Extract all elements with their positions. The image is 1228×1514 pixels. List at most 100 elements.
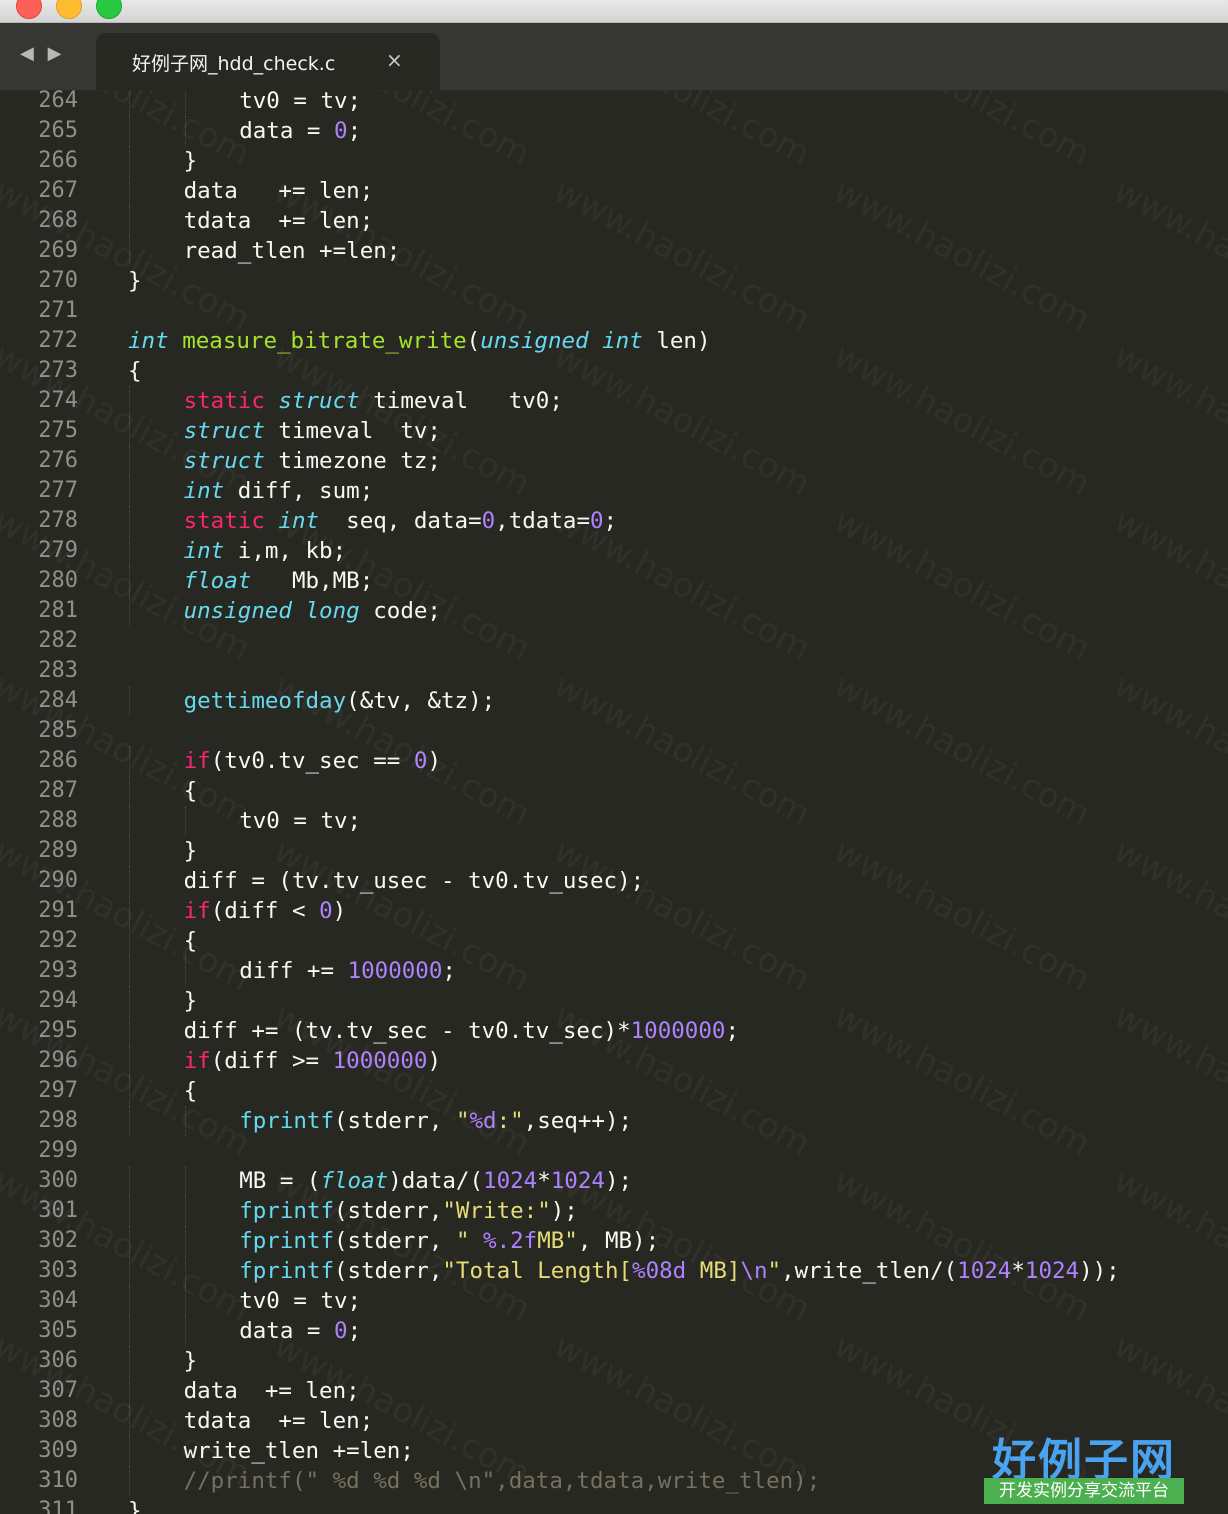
code-line[interactable]: } (128, 1496, 142, 1514)
code-line[interactable]: tdata += len; (184, 1406, 374, 1436)
indent-guide (129, 506, 130, 536)
code-line[interactable]: tv0 = tv; (239, 1286, 361, 1316)
code-token: ; (347, 1318, 362, 1344)
code-line[interactable]: } (184, 836, 198, 866)
code-line[interactable]: diff = (tv.tv_usec - tv0.tv_usec); (184, 866, 645, 896)
code-line[interactable]: } (184, 986, 198, 1016)
code-line[interactable]: { (184, 1076, 198, 1106)
code-token: diff = (tv.tv_usec - tv0.tv_usec); (183, 868, 645, 894)
code-line[interactable]: { (184, 926, 198, 956)
code-line[interactable]: fprintf(stderr,"Total Length[%08d MB]\n"… (239, 1256, 1120, 1286)
code-token: "Total Length[ (442, 1258, 633, 1284)
indent-guide (184, 956, 186, 986)
code-token: (stderr, (334, 1198, 443, 1224)
code-line[interactable]: static struct timeval tv0; (184, 386, 563, 416)
code-token: :" (496, 1108, 524, 1134)
code-line[interactable]: int measure_bitrate_write(unsigned int l… (128, 326, 711, 356)
tab-close-icon[interactable]: × (386, 48, 403, 72)
code-token: ) (427, 1048, 441, 1074)
code-line[interactable]: //printf(" %d %d %d \n",data,tdata,write… (184, 1466, 821, 1496)
code-line[interactable]: } (184, 146, 198, 176)
code-token: long (305, 598, 360, 624)
code-line[interactable]: fprintf(stderr,"Write:"); (239, 1196, 578, 1226)
code-line[interactable]: data += len; (184, 176, 374, 206)
code-token: (stderr, (334, 1228, 456, 1254)
code-line[interactable]: diff += (tv.tv_sec - tv0.tv_sec)*1000000… (184, 1016, 739, 1046)
code-token: " (767, 1258, 782, 1284)
code-line[interactable]: if(tv0.tv_sec == 0) (184, 746, 441, 776)
code-line[interactable]: struct timeval tv; (184, 416, 441, 446)
maximize-window-button[interactable] (96, 0, 122, 19)
indent-guide (129, 1106, 130, 1136)
minimize-window-button[interactable] (56, 0, 82, 19)
code-line[interactable]: { (184, 776, 198, 806)
code-token: ; (442, 958, 456, 984)
line-number: 267 (38, 178, 78, 203)
indent-guide (129, 1166, 130, 1196)
code-line[interactable]: int diff, sum; (184, 476, 374, 506)
code-line[interactable]: } (184, 1346, 198, 1376)
code-line[interactable]: read_tlen +=len; (184, 236, 401, 266)
indent-guide (129, 806, 130, 836)
code-token: 0 (334, 118, 348, 144)
code-token: 0 (413, 748, 428, 774)
indent-guide (184, 1166, 186, 1196)
code-line[interactable]: tdata += len; (184, 206, 374, 236)
indent-guide (129, 536, 130, 566)
code-line[interactable]: { (128, 356, 142, 386)
code-token: * (537, 1168, 551, 1194)
tab-hdd-check[interactable]: 好例子网_hdd_check.c × (96, 33, 440, 90)
code-line[interactable]: int i,m, kb; (184, 536, 347, 566)
code-token: static (183, 508, 265, 534)
code-line[interactable]: if(diff >= 1000000) (184, 1046, 441, 1076)
indent-guide (129, 206, 130, 236)
code-line[interactable]: struct timezone tz; (184, 446, 441, 476)
code-editor[interactable]: 264 265 266 267 268 269 270 271 272 273 274 275 276 2… (0, 90, 1228, 1514)
indent-guide (129, 1226, 130, 1256)
code-line[interactable]: tv0 = tv; (239, 806, 361, 836)
code-token: if (183, 1048, 211, 1074)
code-token: ; (725, 1018, 739, 1044)
code-line[interactable]: fprintf(stderr, "%d:",seq++); (239, 1106, 632, 1136)
code-line[interactable]: data = 0; (239, 116, 361, 146)
code-line[interactable]: static int seq, data=0,tdata=0; (184, 506, 618, 536)
code-token: ; (347, 118, 362, 144)
close-window-button[interactable] (16, 0, 42, 19)
line-number: 289 (38, 838, 78, 863)
code-line[interactable]: data = 0; (239, 1316, 361, 1346)
tab-navigation-arrows-icon[interactable]: ◀ ▶ (20, 43, 65, 64)
code-token: int (602, 328, 643, 354)
code-line[interactable]: if(diff < 0) (184, 896, 347, 926)
code-token: (stderr, (334, 1108, 456, 1134)
code-token: timezone tz; (264, 448, 441, 474)
code-line[interactable]: tv0 = tv; (239, 90, 361, 116)
code-line[interactable]: fprintf(stderr, " %.2fMB", MB); (239, 1226, 659, 1256)
code-token: float (320, 1168, 389, 1194)
code-line[interactable]: write_tlen +=len; (184, 1436, 414, 1466)
code-token: data = (239, 1318, 335, 1344)
line-number: 280 (38, 568, 78, 593)
line-number: 265 (38, 118, 78, 143)
code-line[interactable]: data += len; (184, 1376, 360, 1406)
code-line[interactable]: } (128, 266, 142, 296)
code-token: MB" (537, 1228, 578, 1254)
code-token: 1024 (1024, 1258, 1080, 1284)
site-logo: 好例子网 开发实例分享交流平台 (984, 1424, 1184, 1504)
line-number: 275 (38, 418, 78, 443)
code-line[interactable]: unsigned long code; (184, 596, 441, 626)
code-token: int (128, 328, 169, 354)
code-line[interactable]: diff += 1000000; (239, 956, 456, 986)
code-line[interactable]: gettimeofday(&tv, &tz); (184, 686, 496, 716)
code-token: } (183, 988, 198, 1014)
indent-guide (129, 956, 130, 986)
indent-guide (129, 926, 130, 956)
code-token: ); (604, 1168, 633, 1194)
code-token: timeval tv0; (359, 388, 563, 414)
line-number: 308 (38, 1408, 78, 1433)
code-line[interactable]: MB = (float)data/(1024*1024); (239, 1166, 632, 1196)
code-line[interactable]: float Mb,MB; (184, 566, 374, 596)
code-area[interactable]: tv0 = tv; data = 0;} data += len; tdata += … (128, 90, 1228, 1514)
indent-guide (129, 1286, 130, 1316)
code-token: measure_bitrate_write (182, 328, 467, 354)
